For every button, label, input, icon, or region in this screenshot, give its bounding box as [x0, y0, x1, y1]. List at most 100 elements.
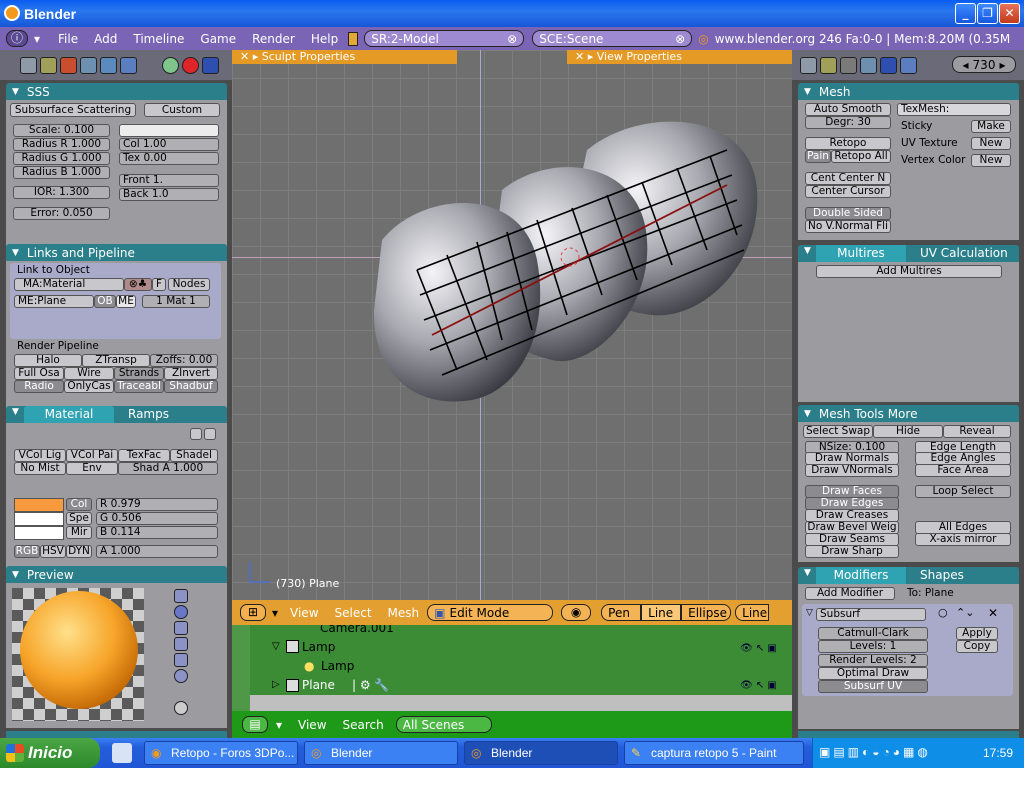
shading-icon[interactable] [840, 57, 857, 74]
taskbar-item-retopo[interactable]: ◉ Retopo - Foros 3DPo... [144, 741, 298, 765]
outliner-item-plane[interactable]: Plane [302, 678, 335, 692]
line-tool-button[interactable]: Line [735, 604, 770, 621]
tab-ramps[interactable]: Ramps [116, 406, 206, 423]
tray-icons[interactable]: ▣▤▥◐◒◔◕▦◍ [819, 745, 931, 759]
screen-close-icon[interactable]: ⊗ [507, 32, 517, 46]
copy-button[interactable]: Copy [956, 640, 998, 653]
paste-icon[interactable] [204, 428, 216, 440]
editor-type-icon[interactable]: ▤ [242, 716, 268, 733]
texmesh-field[interactable]: TexMesh: [897, 103, 1011, 116]
apply-button[interactable]: Apply [956, 627, 998, 640]
menu-view[interactable]: View [290, 606, 318, 620]
scene-icon[interactable] [120, 57, 137, 74]
optimal-draw-button[interactable]: Optimal Draw [818, 667, 928, 680]
lamp-icon[interactable] [162, 57, 179, 74]
face-area-button[interactable]: Face Area [915, 464, 1011, 477]
radio-button[interactable]: Radio [14, 380, 64, 393]
tab-material[interactable]: Material [24, 406, 114, 423]
sss-color-swatch[interactable] [119, 124, 219, 137]
r-slider[interactable]: R 0.979 [96, 498, 218, 511]
back-slider[interactable]: Back 1.0 [119, 188, 219, 201]
collapse-menu-icon[interactable]: ▾ [276, 718, 282, 732]
vcollig-button[interactable]: VCol Lig [14, 449, 66, 462]
expand-icon[interactable]: ▷ [272, 679, 280, 690]
env-button[interactable]: Env [66, 462, 118, 475]
frame-field[interactable]: ◂ 730 ▸ [952, 56, 1016, 73]
spe-button[interactable]: Spe [66, 512, 92, 525]
outliner-item-lamp-data[interactable]: Lamp [321, 659, 354, 673]
mir-swatch[interactable] [14, 526, 64, 540]
subdivision-type-select[interactable]: Catmull-Clark [818, 627, 928, 640]
spe-swatch[interactable] [14, 512, 64, 526]
logic-icon[interactable] [20, 57, 37, 74]
move-up-icon[interactable]: ⌃⌄ [956, 606, 974, 619]
scene-icon[interactable] [900, 57, 917, 74]
shading-icon[interactable] [60, 57, 77, 74]
paint-button[interactable]: Pain [805, 150, 831, 163]
zoffs-field[interactable]: Zoffs: 0.00 [150, 354, 218, 367]
collapse-menu-icon[interactable]: ▾ [272, 606, 278, 620]
vcolpai-button[interactable]: VCol Pai [66, 449, 118, 462]
ellipse-button[interactable]: Ellipse [681, 604, 732, 621]
preview-cube-icon[interactable] [174, 621, 188, 635]
collapse-icon[interactable]: ▼ [804, 246, 811, 256]
texture-icon[interactable] [202, 57, 219, 74]
col-swatch[interactable] [14, 498, 64, 512]
visibility-icon[interactable]: 👁 ↖ ▣ [740, 643, 777, 654]
front-slider[interactable]: Front 1. [119, 174, 219, 187]
outliner-item-camera[interactable]: Camera.001 [320, 625, 394, 635]
tab-modifiers[interactable]: Modifiers [816, 567, 906, 584]
menu-render[interactable]: Render [252, 32, 295, 46]
menu-view[interactable]: View [298, 718, 326, 732]
retopo-all-button[interactable]: Retopo All [831, 150, 891, 163]
menu-game[interactable]: Game [200, 32, 236, 46]
subsurf-uv-button[interactable]: Subsurf UV [818, 680, 928, 693]
close-button[interactable]: ✕ [999, 3, 1020, 24]
hide-button[interactable]: Hide [873, 425, 943, 438]
render-levels-field[interactable]: Render Levels: 2 [818, 654, 928, 667]
preview-sky-icon[interactable] [174, 669, 188, 683]
g-slider[interactable]: G 0.506 [96, 512, 218, 525]
double-sided-button[interactable]: Double Sided [805, 207, 891, 220]
add-multires-button[interactable]: Add Multires [816, 265, 1002, 278]
outliner-scrollbar[interactable] [250, 695, 792, 711]
screen-browse-icon[interactable] [348, 31, 359, 46]
new-vcol-button[interactable]: New [971, 154, 1011, 167]
draw-vnormals-button[interactable]: Draw VNormals [805, 464, 899, 477]
material-selector[interactable]: MA:Material [14, 278, 124, 291]
ztransp-button[interactable]: ZTransp [82, 354, 150, 367]
scale-field[interactable]: Scale: 0.100 [13, 124, 110, 137]
material-unlink-icon[interactable]: ⊗♣ [124, 278, 152, 291]
levels-field[interactable]: Levels: 1 [818, 640, 928, 653]
collapse-icon[interactable]: ▼ [12, 407, 19, 417]
scene-close-icon[interactable]: ⊗ [675, 32, 685, 46]
ob-button[interactable]: OB [94, 295, 116, 308]
screen-selector[interactable]: SR:2-Model ⊗ [364, 30, 525, 47]
delete-modifier-icon[interactable]: ✕ [988, 606, 998, 620]
expand-icon[interactable]: ▽ [272, 641, 280, 652]
radius-r-field[interactable]: Radius R 1.000 [13, 138, 110, 151]
scope-selector[interactable]: All Scenes [395, 716, 492, 733]
maximize-button[interactable]: ❐ [977, 3, 998, 24]
start-button[interactable]: Inicio [0, 738, 100, 768]
tab-uv-calculation[interactable]: UV Calculation [910, 245, 1018, 262]
outliner-item-lamp[interactable]: Lamp [302, 640, 335, 654]
menu-search[interactable]: Search [343, 718, 384, 732]
radius-b-field[interactable]: Radius B 1.000 [13, 166, 110, 179]
center-new-button[interactable]: Cent Center N [805, 172, 891, 185]
taskbar-item-blender-2[interactable]: ◎ Blender [464, 741, 618, 765]
minimize-button[interactable]: _ [955, 3, 976, 24]
mesh-tools-panel-header[interactable]: ▼ Mesh Tools More [798, 405, 1019, 422]
select-swap-button[interactable]: Select Swap [803, 425, 873, 438]
draw-type-icon[interactable]: ◉ [561, 604, 592, 621]
reveal-button[interactable]: Reveal [943, 425, 1011, 438]
halo-button[interactable]: Halo [14, 354, 82, 367]
col-button[interactable]: Col [66, 498, 92, 511]
taskbar-item-blender-1[interactable]: ◎ Blender [304, 741, 458, 765]
script-icon[interactable] [40, 57, 57, 74]
preview-flat-icon[interactable] [174, 589, 188, 603]
expand-icon[interactable]: ▽ [806, 608, 813, 618]
logic-icon[interactable] [800, 57, 817, 74]
zinvert-button[interactable]: ZInvert [164, 367, 218, 380]
sss-panel-header[interactable]: ▼ SSS [6, 83, 227, 100]
